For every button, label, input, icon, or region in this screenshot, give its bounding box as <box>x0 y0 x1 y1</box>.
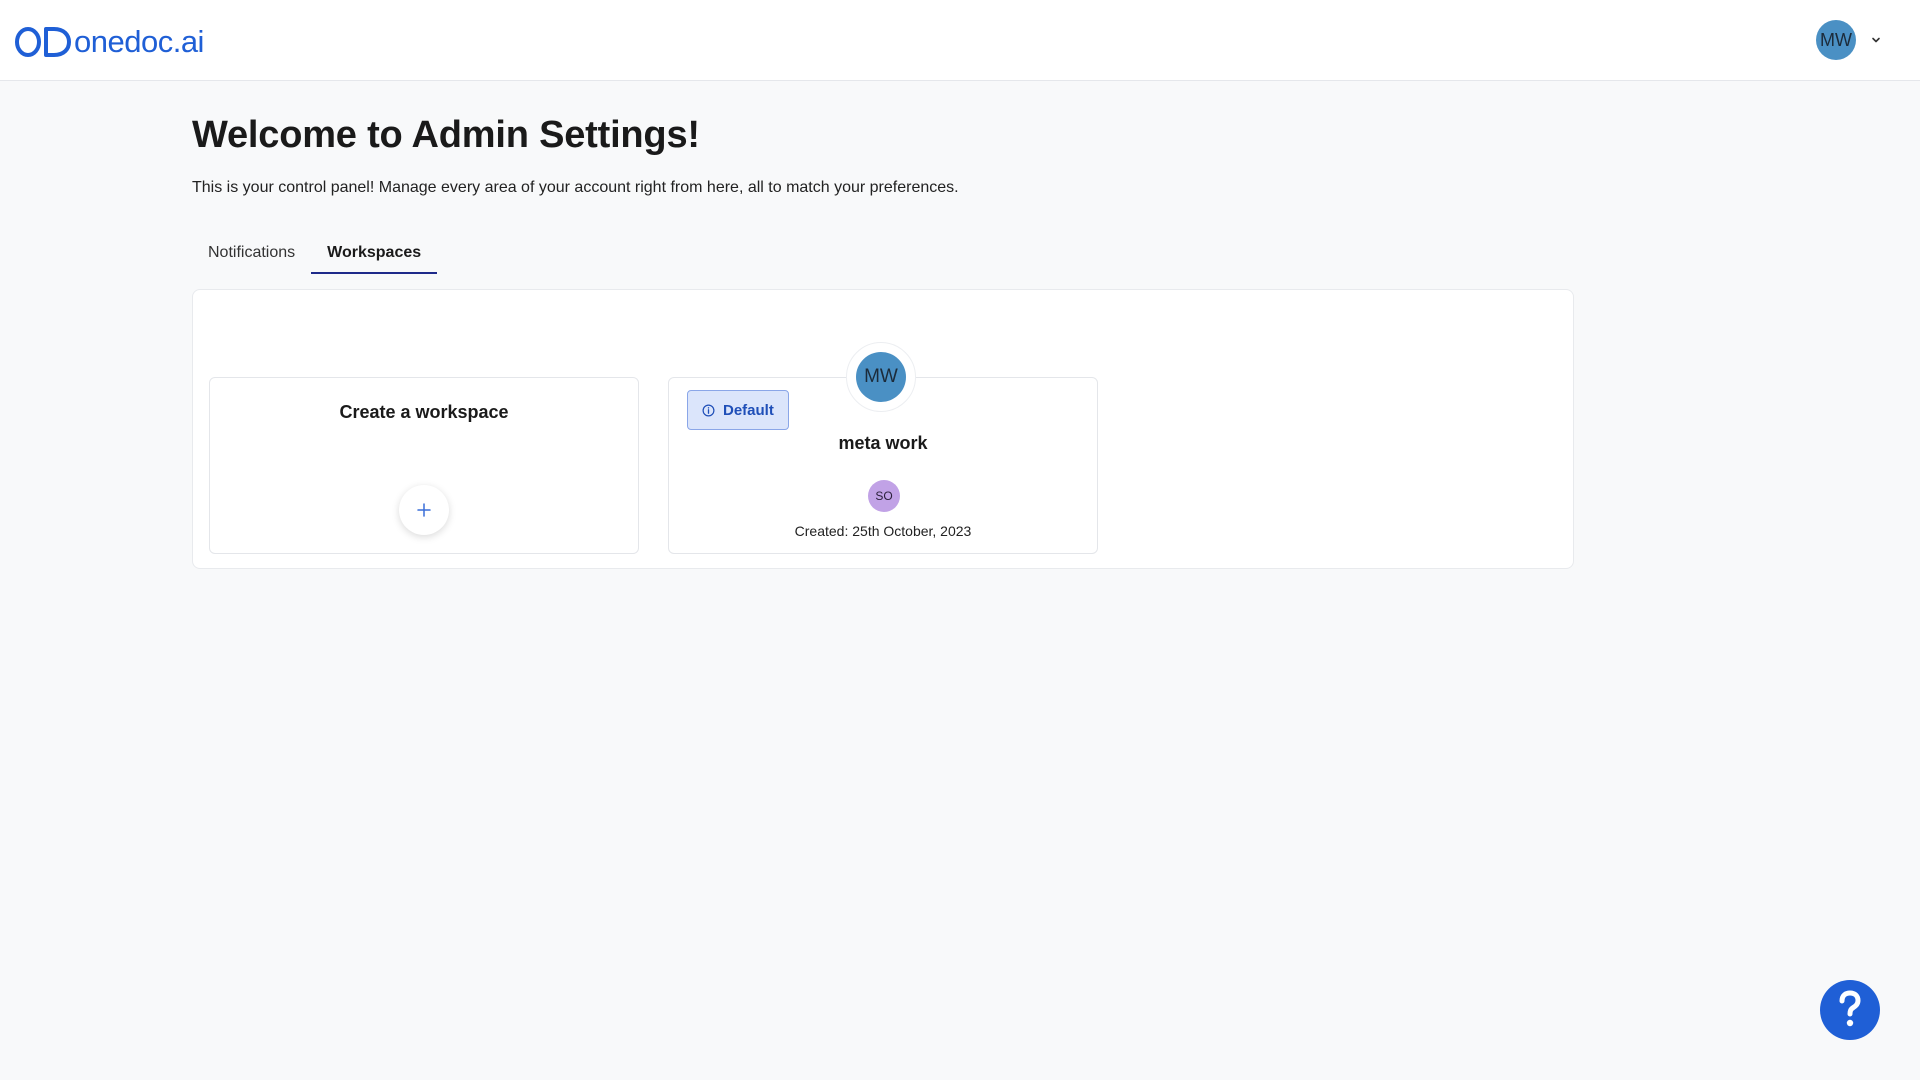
chevron-down-icon[interactable] <box>1870 34 1882 46</box>
workspace-created-date: Created: 25th October, 2023 <box>794 523 972 539</box>
user-menu[interactable]: MW <box>1816 20 1882 60</box>
workspaces-panel: Create a workspace MW Default meta work … <box>192 289 1574 569</box>
onedoc-logo[interactable]: onedoc.ai <box>14 22 204 62</box>
add-workspace-button[interactable] <box>399 485 449 535</box>
create-workspace-card[interactable]: Create a workspace <box>209 377 639 554</box>
workspace-avatar: MW <box>856 352 906 402</box>
tab-workspaces[interactable]: Workspaces <box>311 232 438 274</box>
default-badge-label: Default <box>723 401 774 419</box>
top-bar: onedoc.ai MW <box>0 0 1920 81</box>
create-workspace-title: Create a workspace <box>339 402 509 422</box>
default-badge: Default <box>687 390 789 430</box>
help-button[interactable] <box>1820 980 1880 1040</box>
user-avatar[interactable]: MW <box>1816 20 1856 60</box>
info-icon <box>702 404 715 416</box>
workspace-card[interactable]: MW Default meta work SO Created: 25th Oc… <box>668 342 1098 554</box>
question-mark-icon <box>1839 990 1861 1027</box>
workspace-name: meta work <box>838 433 928 453</box>
plus-icon <box>417 503 431 517</box>
tab-notifications[interactable]: Notifications <box>192 232 311 273</box>
workspace-avatar-ring: MW <box>846 342 916 412</box>
onedoc-logo-icon <box>15 27 71 57</box>
settings-tabs: Notifications Workspaces <box>192 232 438 274</box>
member-avatar[interactable]: SO <box>868 480 900 512</box>
page-title: Welcome to Admin Settings! <box>192 114 700 156</box>
page-description: This is your control panel! Manage every… <box>192 179 959 196</box>
brand-name: onedoc.ai <box>74 24 204 59</box>
